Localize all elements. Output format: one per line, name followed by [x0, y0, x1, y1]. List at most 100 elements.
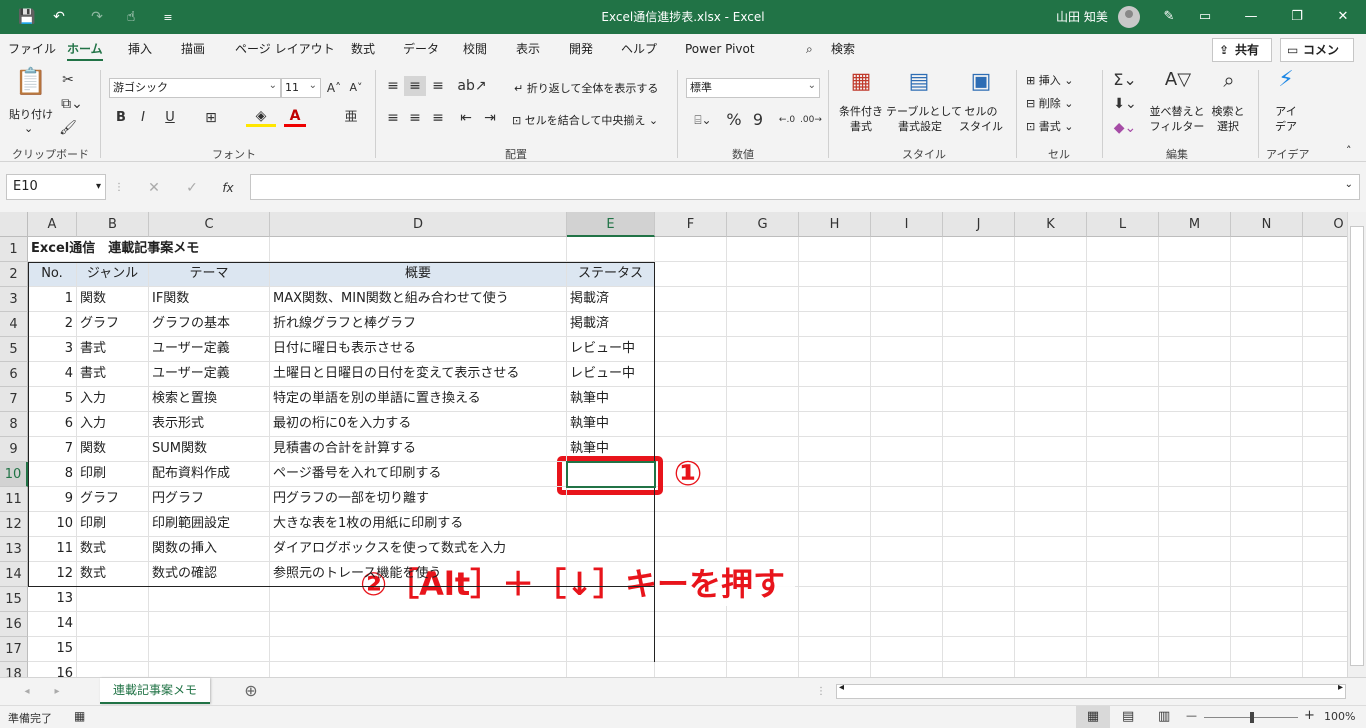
- grid-cell[interactable]: [871, 487, 943, 512]
- bold-button[interactable]: B: [112, 108, 130, 128]
- table-cell-theme[interactable]: 配布資料作成: [149, 462, 270, 487]
- table-cell-genre[interactable]: 書式: [77, 337, 149, 362]
- table-cell-status[interactable]: [567, 637, 655, 662]
- grid-cell[interactable]: [943, 362, 1015, 387]
- grid-cell[interactable]: [1303, 412, 1347, 437]
- grid-cell[interactable]: [1087, 337, 1159, 362]
- grid-cell[interactable]: [943, 587, 1015, 612]
- column-header-b[interactable]: B: [77, 212, 149, 237]
- grid-cell[interactable]: [871, 662, 943, 677]
- table-cell-status[interactable]: 執筆中: [567, 387, 655, 412]
- select-all-corner[interactable]: [0, 212, 28, 237]
- row-header-7[interactable]: 7: [0, 387, 28, 412]
- grid-cell[interactable]: [943, 237, 1015, 262]
- align-right-icon[interactable]: ≡: [428, 108, 448, 128]
- grid-cell[interactable]: [943, 562, 1015, 587]
- grid-cell[interactable]: [943, 537, 1015, 562]
- grid-cell[interactable]: [1087, 637, 1159, 662]
- grid-cell[interactable]: [727, 237, 799, 262]
- table-cell-summary[interactable]: [270, 662, 567, 677]
- grid-cell[interactable]: [871, 462, 943, 487]
- grid-cell[interactable]: [1015, 587, 1087, 612]
- grid-cell[interactable]: [943, 462, 1015, 487]
- tab-data[interactable]: データ: [403, 34, 439, 64]
- grid-cell[interactable]: [1231, 512, 1303, 537]
- increase-indent-icon[interactable]: ⇥: [480, 108, 500, 128]
- macro-record-icon[interactable]: ▦: [74, 709, 85, 723]
- table-cell-status[interactable]: 掲載済: [567, 287, 655, 312]
- table-cell-genre[interactable]: [77, 662, 149, 677]
- grid-cell[interactable]: [727, 462, 799, 487]
- table-cell-summary[interactable]: ダイアログボックスを使って数式を入力: [270, 537, 567, 562]
- table-cell-genre[interactable]: グラフ: [77, 312, 149, 337]
- grid-cell[interactable]: [871, 312, 943, 337]
- decrease-decimal-icon[interactable]: .00→: [800, 110, 822, 130]
- grid-cell[interactable]: [1303, 512, 1347, 537]
- grid-cell[interactable]: [871, 437, 943, 462]
- prev-sheet-icon[interactable]: ◂: [20, 682, 34, 702]
- table-cell-genre[interactable]: 入力: [77, 412, 149, 437]
- table-cell-theme[interactable]: IF関数: [149, 287, 270, 312]
- grid-cell[interactable]: [1087, 612, 1159, 637]
- grid-cell[interactable]: [1087, 587, 1159, 612]
- accounting-format-icon[interactable]: ⌸⌄: [686, 110, 720, 130]
- row-header-15[interactable]: 15: [0, 587, 28, 612]
- enter-icon[interactable]: ✓: [180, 178, 204, 198]
- table-cell-theme[interactable]: ユーザー定義: [149, 362, 270, 387]
- grid-cell[interactable]: [943, 512, 1015, 537]
- customize-quick-access-icon[interactable]: ≡: [158, 0, 178, 34]
- grid-cell[interactable]: [1231, 662, 1303, 677]
- grid-cell[interactable]: [871, 412, 943, 437]
- table-cell-summary[interactable]: ページ番号を入れて印刷する: [270, 462, 567, 487]
- column-header-h[interactable]: H: [799, 212, 871, 237]
- tab-developer[interactable]: 開発: [569, 34, 593, 64]
- table-cell-no[interactable]: 8: [28, 462, 77, 487]
- grid-cell[interactable]: [799, 612, 871, 637]
- ideas-button[interactable]: アイ デア: [1270, 104, 1302, 134]
- table-cell-theme[interactable]: 表示形式: [149, 412, 270, 437]
- table-cell-summary[interactable]: 参照元のトレース機能を使う: [270, 562, 567, 587]
- column-header-d[interactable]: D: [270, 212, 567, 237]
- grid-cell[interactable]: [567, 237, 655, 262]
- table-cell-theme[interactable]: ユーザー定義: [149, 337, 270, 362]
- row-header-16[interactable]: 16: [0, 612, 28, 637]
- grid-cell[interactable]: [1303, 237, 1347, 262]
- column-header-e[interactable]: E: [567, 212, 655, 237]
- format-as-table-icon[interactable]: ▤: [904, 71, 934, 93]
- grid-cell[interactable]: [1159, 487, 1231, 512]
- row-header-8[interactable]: 8: [0, 412, 28, 437]
- grid-cell[interactable]: [799, 662, 871, 677]
- row-header-10[interactable]: 10: [0, 462, 28, 487]
- grid-cell[interactable]: [1303, 262, 1347, 287]
- expand-formula-icon[interactable]: ⌄: [1345, 179, 1353, 190]
- ribbon-display-icon[interactable]: ▭: [1182, 0, 1228, 34]
- grid-cell[interactable]: [871, 387, 943, 412]
- italic-button[interactable]: I: [134, 108, 152, 128]
- grid-cell[interactable]: [655, 412, 727, 437]
- grid-cell[interactable]: [943, 262, 1015, 287]
- grid-cell[interactable]: [655, 662, 727, 677]
- grid-cell[interactable]: [1159, 262, 1231, 287]
- grid-cell[interactable]: [727, 637, 799, 662]
- row-header-12[interactable]: 12: [0, 512, 28, 537]
- table-cell-theme[interactable]: [149, 587, 270, 612]
- grid-cell[interactable]: [1015, 387, 1087, 412]
- grid-cell[interactable]: [1015, 437, 1087, 462]
- grid-cell[interactable]: [1231, 487, 1303, 512]
- table-cell-no[interactable]: 2: [28, 312, 77, 337]
- grid-cell[interactable]: [1159, 437, 1231, 462]
- format-as-table-button[interactable]: テーブルとして 書式設定: [886, 104, 962, 134]
- table-cell-status[interactable]: 執筆中: [567, 437, 655, 462]
- grid-cell[interactable]: [1087, 362, 1159, 387]
- table-cell-status[interactable]: 執筆中: [567, 412, 655, 437]
- grid-cell[interactable]: [655, 337, 727, 362]
- grid-cell[interactable]: [871, 362, 943, 387]
- table-cell-status[interactable]: [567, 487, 655, 512]
- restore-button[interactable]: ❐: [1274, 0, 1320, 34]
- grid-cell[interactable]: [655, 537, 727, 562]
- table-cell-summary[interactable]: [270, 637, 567, 662]
- grid-cell[interactable]: [727, 537, 799, 562]
- align-middle-icon[interactable]: ≡: [404, 76, 426, 96]
- grid-cell[interactable]: [270, 237, 567, 262]
- table-cell-no[interactable]: 1: [28, 287, 77, 312]
